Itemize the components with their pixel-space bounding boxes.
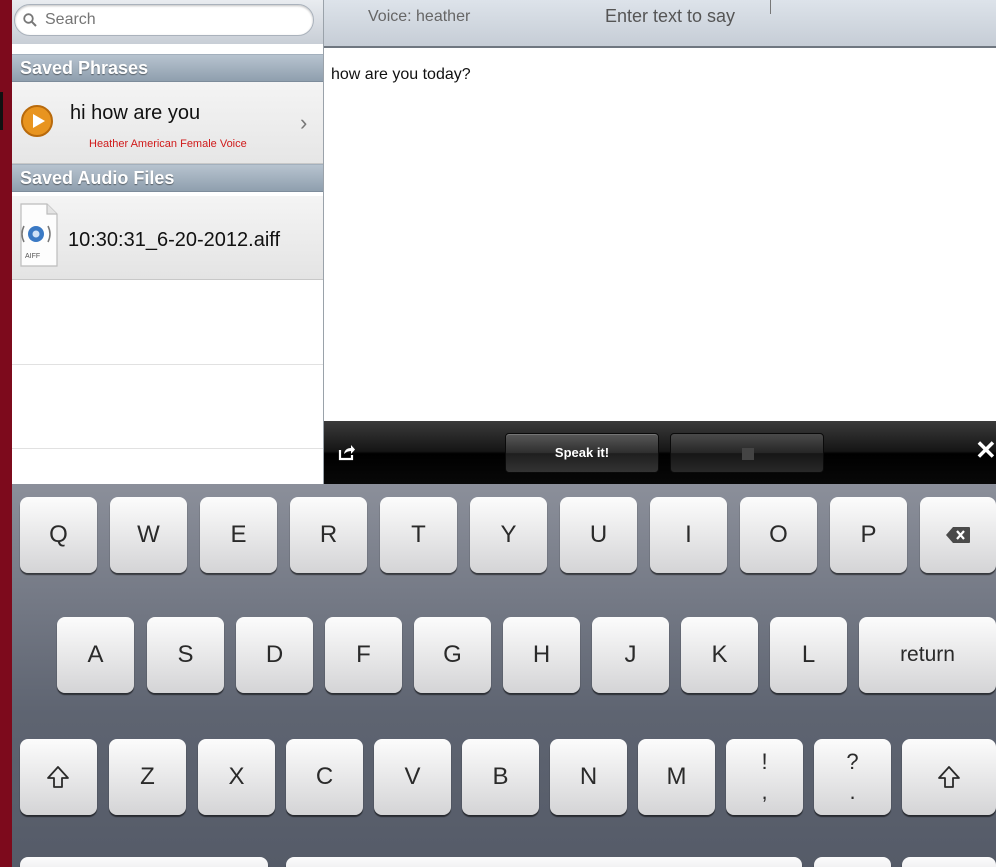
key-i[interactable]: I bbox=[650, 497, 727, 573]
key-b[interactable]: B bbox=[462, 739, 539, 815]
action-toolbar: Speak it! ✕ bbox=[324, 421, 996, 484]
key-q[interactable]: Q bbox=[20, 497, 97, 573]
key-g[interactable]: G bbox=[414, 617, 491, 693]
edge-marker bbox=[0, 92, 3, 130]
header-divider bbox=[770, 0, 771, 14]
saved-phrases-header: Saved Phrases bbox=[12, 54, 323, 82]
key-f[interactable]: F bbox=[325, 617, 402, 693]
phrase-voice-label: Heather American Female Voice bbox=[89, 138, 247, 150]
editor-header: Voice: heather Enter text to say bbox=[324, 0, 996, 48]
left-shift-key[interactable] bbox=[20, 739, 97, 815]
key-a[interactable]: A bbox=[57, 617, 134, 693]
key-d[interactable]: D bbox=[236, 617, 313, 693]
left-pane: Saved Phrases hi how are you Heather Ame… bbox=[12, 0, 323, 484]
key-c[interactable]: C bbox=[286, 739, 363, 815]
right-shift-key[interactable] bbox=[902, 739, 996, 815]
space-key[interactable] bbox=[286, 857, 802, 867]
audio-file-icon: AIFF bbox=[20, 203, 58, 267]
key-top-char: ? bbox=[846, 749, 859, 774]
hide-keyboard-key[interactable] bbox=[902, 857, 996, 867]
key-bottom-char: , bbox=[761, 779, 768, 804]
backspace-key[interactable] bbox=[920, 497, 996, 573]
key-w[interactable]: W bbox=[110, 497, 187, 573]
right-pane: Voice: heather Enter text to say how are… bbox=[323, 0, 996, 484]
stop-icon bbox=[742, 448, 754, 460]
keyboard: Q W E R T Y U I O P A S D F G H J K L re… bbox=[12, 484, 996, 867]
backspace-icon bbox=[946, 527, 970, 543]
audio-file-row[interactable]: AIFF 10:30:31_6-20-2012.aiff bbox=[12, 196, 323, 280]
voice-label[interactable]: Voice: heather bbox=[368, 8, 470, 26]
file-type-label: AIFF bbox=[25, 253, 40, 260]
stop-button[interactable] bbox=[670, 433, 824, 473]
share-icon[interactable] bbox=[338, 443, 356, 461]
shift-icon bbox=[47, 766, 69, 788]
close-icon[interactable]: ✕ bbox=[975, 435, 996, 465]
key-v[interactable]: V bbox=[374, 739, 451, 815]
header-prompt: Enter text to say bbox=[605, 6, 736, 26]
key-j[interactable]: J bbox=[592, 617, 669, 693]
key-r[interactable]: R bbox=[290, 497, 367, 573]
key-o[interactable]: O bbox=[740, 497, 817, 573]
key-k[interactable]: K bbox=[681, 617, 758, 693]
key-top-char: ! bbox=[761, 749, 768, 774]
empty-row bbox=[12, 364, 323, 449]
search-field[interactable] bbox=[14, 4, 314, 36]
speak-it-button[interactable]: Speak it! bbox=[505, 433, 659, 473]
key-z[interactable]: Z bbox=[109, 739, 186, 815]
key-t[interactable]: T bbox=[380, 497, 457, 573]
key-p[interactable]: P bbox=[830, 497, 907, 573]
saved-audio-files-header: Saved Audio Files bbox=[12, 164, 323, 192]
saved-phrase-row[interactable]: hi how are you Heather American Female V… bbox=[12, 82, 323, 164]
search-bar bbox=[12, 0, 323, 44]
key-h[interactable]: H bbox=[503, 617, 580, 693]
chevron-right-icon: › bbox=[300, 110, 308, 135]
key-u[interactable]: U bbox=[560, 497, 637, 573]
key-question-period[interactable]: ? . bbox=[814, 739, 891, 815]
numbers-key[interactable] bbox=[20, 857, 268, 867]
play-icon[interactable] bbox=[20, 104, 54, 138]
key-l[interactable]: L bbox=[770, 617, 847, 693]
search-icon bbox=[23, 13, 37, 27]
return-key[interactable]: return bbox=[859, 617, 996, 693]
key-exclamation-comma[interactable]: ! , bbox=[726, 739, 803, 815]
key-bottom-char: . bbox=[849, 779, 856, 804]
key-e[interactable]: E bbox=[200, 497, 277, 573]
key-n[interactable]: N bbox=[550, 739, 627, 815]
key-s[interactable]: S bbox=[147, 617, 224, 693]
key-m[interactable]: M bbox=[638, 739, 715, 815]
phrase-text: hi how are you bbox=[70, 102, 201, 124]
text-input-area[interactable]: how are you today? bbox=[331, 66, 971, 406]
key-y[interactable]: Y bbox=[470, 497, 547, 573]
search-input[interactable] bbox=[43, 10, 287, 30]
shift-icon bbox=[938, 766, 960, 788]
audio-file-name: 10:30:31_6-20-2012.aiff bbox=[68, 229, 281, 251]
numbers-key-right[interactable] bbox=[814, 857, 891, 867]
key-x[interactable]: X bbox=[198, 739, 275, 815]
empty-row bbox=[12, 280, 323, 365]
